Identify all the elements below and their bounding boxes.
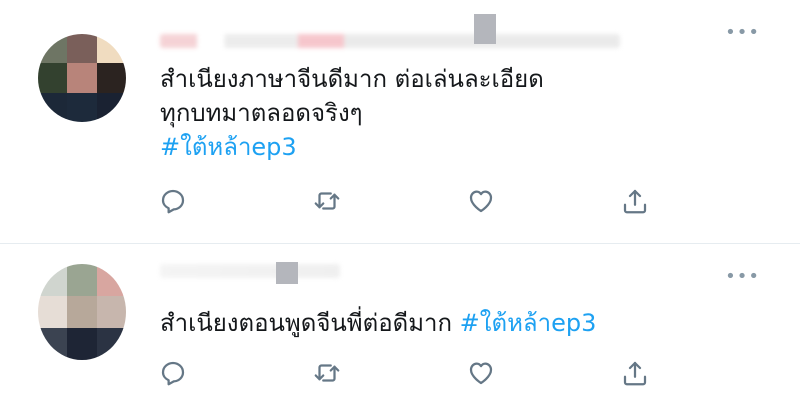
censor-block — [276, 262, 298, 284]
username-blurred[interactable] — [160, 264, 340, 278]
tweet-text: สำเนียงตอนพูดจีนพี่ต่อดีมาก #ใต้หล้าep3 — [160, 306, 596, 340]
share-icon[interactable] — [620, 358, 652, 390]
tweet-text-line: สำเนียงตอนพูดจีนพี่ต่อดีมาก — [160, 309, 460, 337]
like-icon[interactable] — [466, 358, 498, 390]
like-icon[interactable] — [466, 186, 498, 218]
reply-icon[interactable] — [158, 186, 190, 218]
tweet-text: สำเนียงภาษาจีนดีมาก ต่อเล่นละเอียด ทุกบท… — [160, 62, 720, 164]
tweet-text-line: ทุกบทมาตลอดจริงๆ — [160, 99, 363, 127]
avatar[interactable] — [38, 34, 126, 122]
tweet-actions — [158, 186, 658, 218]
hashtag-link[interactable]: #ใต้หล้าep3 — [160, 130, 720, 164]
censor-block — [474, 14, 496, 44]
tweet-actions — [158, 358, 658, 390]
hashtag-link[interactable]: #ใต้หล้าep3 — [460, 309, 597, 337]
more-options-icon[interactable]: ••• — [725, 22, 760, 43]
retweet-icon[interactable] — [312, 358, 344, 390]
more-options-icon[interactable]: ••• — [725, 266, 760, 287]
reply-icon[interactable] — [158, 358, 190, 390]
username-blurred[interactable] — [160, 34, 620, 48]
share-icon[interactable] — [620, 186, 652, 218]
tweet[interactable]: ••• สำเนียงภาษาจีนดีมาก ต่อเล่นละเอียด ท… — [0, 0, 800, 243]
tweet-text-line: สำเนียงภาษาจีนดีมาก ต่อเล่นละเอียด — [160, 65, 544, 93]
retweet-icon[interactable] — [312, 186, 344, 218]
avatar[interactable] — [38, 264, 126, 360]
